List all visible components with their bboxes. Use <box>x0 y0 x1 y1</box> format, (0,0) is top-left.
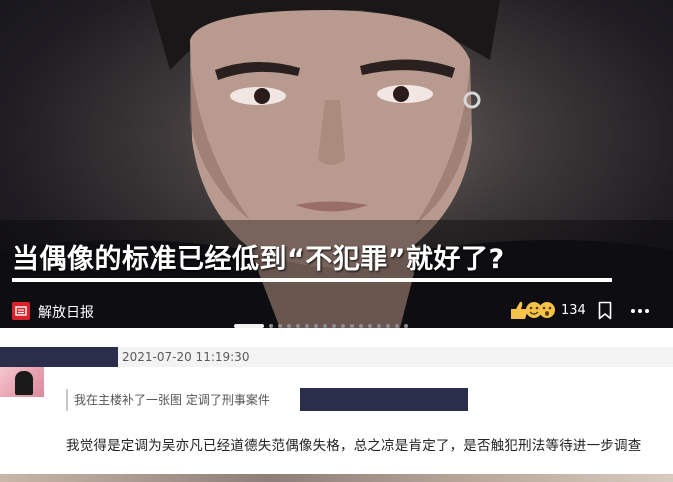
emoji-reactions-icon[interactable] <box>507 299 557 321</box>
carousel-dot[interactable] <box>350 323 354 328</box>
article-media-card[interactable]: 当偶像的标准已经低到“不犯罪”就好了? 解放日报 134 <box>0 0 673 328</box>
bookmark-icon[interactable] <box>598 301 612 320</box>
like-count: 134 <box>561 303 586 318</box>
source-name[interactable]: 解放日报 <box>38 302 94 322</box>
carousel-dot[interactable] <box>404 323 408 328</box>
carousel-dot[interactable] <box>332 323 336 328</box>
newspaper-logo-icon <box>12 302 30 320</box>
carousel-dot[interactable] <box>377 323 381 328</box>
carousel-dot[interactable] <box>395 323 399 328</box>
next-post-image-edge <box>0 474 673 482</box>
carousel-indicator[interactable] <box>234 323 408 328</box>
redacted-quote-author <box>300 388 468 411</box>
carousel-dot[interactable] <box>341 323 345 328</box>
comment-timestamp: 2021-07-20 11:19:30 <box>122 350 250 364</box>
carousel-dot[interactable] <box>269 323 273 328</box>
comment-body: 我觉得是定调为吴亦凡已经道德失范偶像失格，总之凉是肯定了，是否触犯刑法等待进一步… <box>66 438 642 454</box>
carousel-dot[interactable] <box>359 323 363 328</box>
carousel-dot[interactable] <box>278 323 282 328</box>
more-dots-icon[interactable] <box>630 308 650 314</box>
quoted-reply[interactable]: 我在主楼补了一张图 定调了刑事案件 <box>66 389 270 411</box>
avatar-redaction <box>15 371 33 395</box>
quoted-reply-text: 我在主楼补了一张图 定调了刑事案件 <box>74 393 270 407</box>
carousel-dot[interactable] <box>368 323 372 328</box>
carousel-dot[interactable] <box>323 323 327 328</box>
redacted-username <box>0 347 118 367</box>
avatar[interactable] <box>0 367 44 397</box>
carousel-dot[interactable] <box>314 323 318 328</box>
carousel-dot[interactable] <box>287 323 291 328</box>
carousel-dot[interactable] <box>234 323 264 328</box>
carousel-dot[interactable] <box>296 323 300 328</box>
article-headline[interactable]: 当偶像的标准已经低到“不犯罪”就好了? <box>12 237 612 282</box>
carousel-dot[interactable] <box>386 323 390 328</box>
carousel-dot[interactable] <box>305 323 309 328</box>
